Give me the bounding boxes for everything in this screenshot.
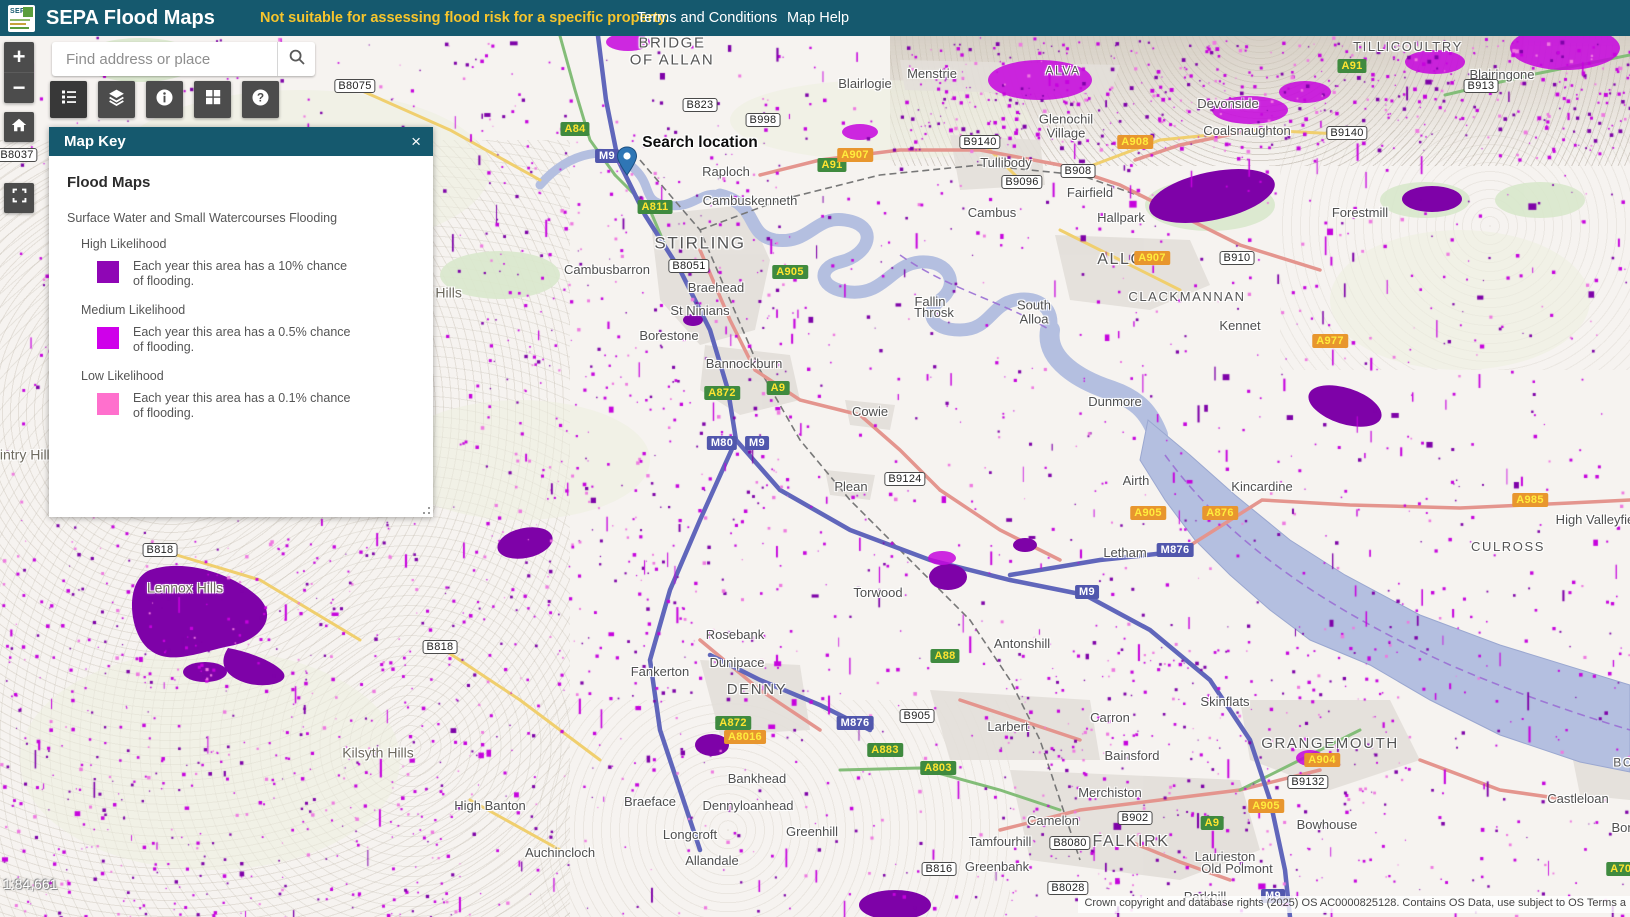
search-input[interactable]	[52, 42, 277, 76]
map-key-header: Map Key ×	[49, 127, 433, 156]
search-icon	[288, 48, 306, 71]
low-likelihood-swatch	[97, 393, 119, 415]
basemap-button[interactable]	[194, 81, 231, 118]
panel-resize-handle[interactable]	[420, 504, 430, 514]
zoom-controls: + −	[4, 42, 34, 103]
legend-button[interactable]	[50, 81, 87, 118]
app-header: SEPA SEPA Flood Maps Not suitable for as…	[0, 0, 1630, 36]
zoom-in-button[interactable]: +	[4, 42, 34, 72]
fullscreen-button[interactable]	[4, 183, 34, 213]
grid-icon	[204, 88, 222, 111]
info-icon	[155, 88, 174, 112]
home-button[interactable]	[4, 112, 34, 142]
search-button[interactable]	[277, 42, 315, 76]
medium-likelihood-description: Each year this area has a 0.5% chance of…	[133, 325, 355, 355]
map-key-heading: Flood Maps	[67, 174, 415, 191]
layers-button[interactable]	[98, 81, 135, 118]
map-key-panel: Map Key × Flood Maps Surface Water and S…	[49, 127, 433, 517]
map-key-body: Flood Maps Surface Water and Small Water…	[49, 156, 433, 421]
app-title: SEPA Flood Maps	[46, 7, 215, 30]
search-location-pin	[616, 146, 638, 176]
likelihood-label-medium: Medium Likelihood	[81, 303, 415, 317]
map-scale: 1:84,661	[3, 876, 58, 892]
zoom-out-button[interactable]: −	[4, 72, 34, 103]
layers-icon	[107, 88, 126, 112]
terms-and-conditions-link[interactable]: Terms and Conditions	[637, 0, 777, 36]
map-key-title: Map Key	[64, 133, 411, 150]
high-likelihood-description: Each year this area has a 10% chance of …	[133, 259, 355, 289]
low-likelihood-description: Each year this area has a 0.1% chance of…	[133, 391, 355, 421]
medium-likelihood-swatch	[97, 327, 119, 349]
svg-text:?: ?	[257, 91, 264, 104]
attribution: Crown copyright and database rights (202…	[1078, 896, 1630, 913]
home-icon	[10, 116, 28, 139]
legend-icon	[60, 88, 78, 111]
key-entry-medium: Each year this area has a 0.5% chance of…	[97, 325, 415, 355]
map-help-link[interactable]: Map Help	[787, 0, 849, 36]
high-likelihood-swatch	[97, 261, 119, 283]
map-toolbar: ?	[50, 81, 279, 118]
key-entry-high: Each year this area has a 10% chance of …	[97, 259, 415, 289]
help-button[interactable]: ?	[242, 81, 279, 118]
search-box	[52, 42, 315, 76]
map-key-section-label: Surface Water and Small Watercourses Flo…	[67, 211, 415, 225]
fullscreen-icon	[11, 187, 28, 209]
warning-banner: Not suitable for assessing flood risk fo…	[260, 0, 669, 36]
map-key-close-button[interactable]: ×	[411, 133, 421, 150]
key-entry-low: Each year this area has a 0.1% chance of…	[97, 391, 415, 421]
search-location-label: Search location	[642, 134, 757, 152]
sepa-logo: SEPA	[8, 5, 35, 32]
likelihood-label-high: High Likelihood	[81, 237, 415, 251]
likelihood-label-low: Low Likelihood	[81, 369, 415, 383]
info-button[interactable]	[146, 81, 183, 118]
help-icon: ?	[251, 88, 270, 112]
